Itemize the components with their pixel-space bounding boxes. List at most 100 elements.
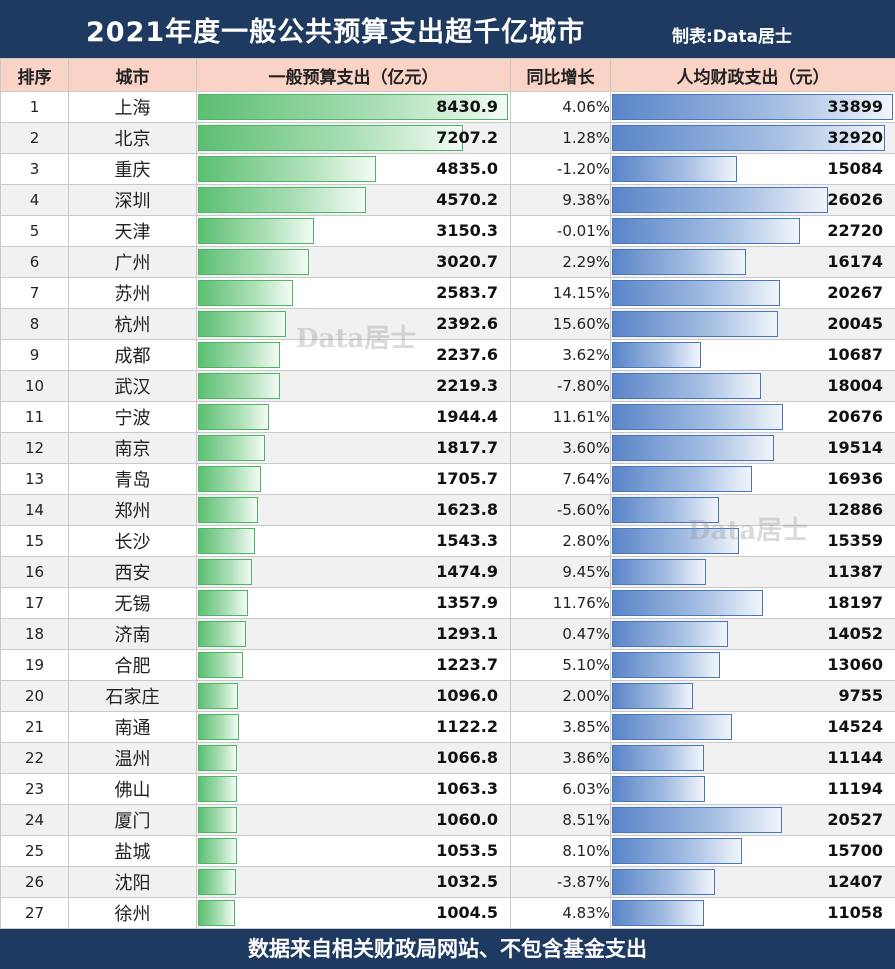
rank-cell: 6: [0, 246, 69, 278]
spending-value: 4570.2: [436, 190, 498, 209]
rank-cell: 26: [0, 866, 69, 898]
spending-bar: [198, 683, 238, 709]
city-cell: 温州: [68, 742, 197, 774]
per-capita-value: 22720: [827, 221, 883, 240]
per-capita-bar: [612, 187, 828, 213]
city-cell: 宁波: [68, 401, 197, 433]
rank-cell: 2: [0, 122, 69, 154]
spending-cell: 2237.6: [196, 339, 511, 371]
spending-value: 1096.0: [436, 686, 498, 705]
spending-value: 3020.7: [436, 252, 498, 271]
yoy-cell: 5.10%: [510, 649, 611, 681]
spending-cell: 1705.7: [196, 463, 511, 495]
spending-bar: [198, 249, 309, 275]
per-capita-bar: [612, 621, 728, 647]
per-capita-cell: 22720: [610, 215, 895, 247]
yoy-cell: 3.86%: [510, 742, 611, 774]
spending-bar: [198, 528, 255, 554]
per-capita-bar: [612, 466, 752, 492]
yoy-cell: 7.64%: [510, 463, 611, 495]
per-capita-cell: 15700: [610, 835, 895, 867]
spending-cell: 1223.7: [196, 649, 511, 681]
table-row: 17 无锡 1357.9 11.76% 18197: [0, 587, 895, 619]
spending-value: 1004.5: [436, 903, 498, 922]
table-row: 13 青岛 1705.7 7.64% 16936: [0, 463, 895, 495]
per-capita-cell: 14052: [610, 618, 895, 650]
per-capita-bar: [612, 528, 739, 554]
spending-cell: 1053.5: [196, 835, 511, 867]
chart-title: 2021年度一般公共预算支出超千亿城市: [86, 17, 586, 48]
per-capita-cell: 11387: [610, 556, 895, 588]
table-row: 15 长沙 1543.3 2.80% 15359: [0, 525, 895, 557]
spending-value: 1623.8: [436, 500, 498, 519]
spending-cell: 2392.6: [196, 308, 511, 340]
table-row: 4 深圳 4570.2 9.38% 26026: [0, 184, 895, 216]
rank-cell: 13: [0, 463, 69, 495]
per-capita-bar: [612, 435, 774, 461]
spending-bar: [198, 776, 237, 802]
yoy-cell: 3.60%: [510, 432, 611, 464]
per-capita-bar: [612, 249, 746, 275]
spending-bar: [198, 280, 293, 306]
per-capita-bar: [612, 156, 737, 182]
per-capita-value: 14524: [827, 717, 883, 736]
spending-bar: [198, 373, 280, 399]
column-header-city: 城市: [68, 58, 197, 92]
rank-cell: 18: [0, 618, 69, 650]
header-row: 排序 城市 一般预算支出（亿元） 同比增长 人均财政支出（元）: [0, 58, 895, 92]
per-capita-value: 12886: [827, 500, 883, 519]
rank-cell: 14: [0, 494, 69, 526]
yoy-cell: 3.62%: [510, 339, 611, 371]
yoy-cell: 11.61%: [510, 401, 611, 433]
per-capita-cell: 16936: [610, 463, 895, 495]
spending-cell: 1944.4: [196, 401, 511, 433]
yoy-cell: 8.51%: [510, 804, 611, 836]
per-capita-cell: 20676: [610, 401, 895, 433]
rank-cell: 27: [0, 897, 69, 929]
yoy-cell: 6.03%: [510, 773, 611, 805]
per-capita-bar: [612, 745, 704, 771]
spending-value: 2583.7: [436, 283, 498, 302]
per-capita-cell: 20527: [610, 804, 895, 836]
per-capita-bar: [612, 497, 719, 523]
city-cell: 盐城: [68, 835, 197, 867]
table-row: 2 北京 7207.2 1.28% 32920: [0, 122, 895, 154]
spending-bar: [198, 869, 236, 895]
rank-cell: 8: [0, 308, 69, 340]
per-capita-value: 15084: [827, 159, 883, 178]
per-capita-bar: [612, 652, 720, 678]
table-row: 7 苏州 2583.7 14.15% 20267: [0, 277, 895, 309]
spending-bar: [198, 466, 261, 492]
city-cell: 杭州: [68, 308, 197, 340]
per-capita-cell: 26026: [610, 184, 895, 216]
column-header-rank: 排序: [0, 58, 69, 92]
spending-value: 1066.8: [436, 748, 498, 767]
per-capita-cell: 11058: [610, 897, 895, 929]
city-cell: 合肥: [68, 649, 197, 681]
per-capita-value: 18004: [827, 376, 883, 395]
spending-cell: 1817.7: [196, 432, 511, 464]
table-row: 23 佛山 1063.3 6.03% 11194: [0, 773, 895, 805]
per-capita-cell: 15084: [610, 153, 895, 185]
yoy-cell: 14.15%: [510, 277, 611, 309]
spending-value: 1474.9: [436, 562, 498, 581]
spending-value: 1060.0: [436, 810, 498, 829]
rank-cell: 10: [0, 370, 69, 402]
per-capita-value: 33899: [827, 97, 883, 116]
rank-cell: 11: [0, 401, 69, 433]
spending-cell: 3150.3: [196, 215, 511, 247]
city-cell: 北京: [68, 122, 197, 154]
spending-value: 1293.1: [436, 624, 498, 643]
per-capita-value: 10687: [827, 345, 883, 364]
yoy-cell: 9.45%: [510, 556, 611, 588]
spending-value: 2237.6: [436, 345, 498, 364]
per-capita-value: 9755: [838, 686, 883, 705]
column-header-yoy: 同比增长: [510, 58, 611, 92]
yoy-cell: 3.85%: [510, 711, 611, 743]
spending-value: 1357.9: [436, 593, 498, 612]
rank-cell: 9: [0, 339, 69, 371]
per-capita-bar: [612, 342, 701, 368]
data-table: 排序 城市 一般预算支出（亿元） 同比增长 人均财政支出（元） 1 上海 8430.…: [0, 58, 895, 929]
per-capita-bar: [612, 683, 693, 709]
spending-value: 8430.9: [436, 97, 498, 116]
